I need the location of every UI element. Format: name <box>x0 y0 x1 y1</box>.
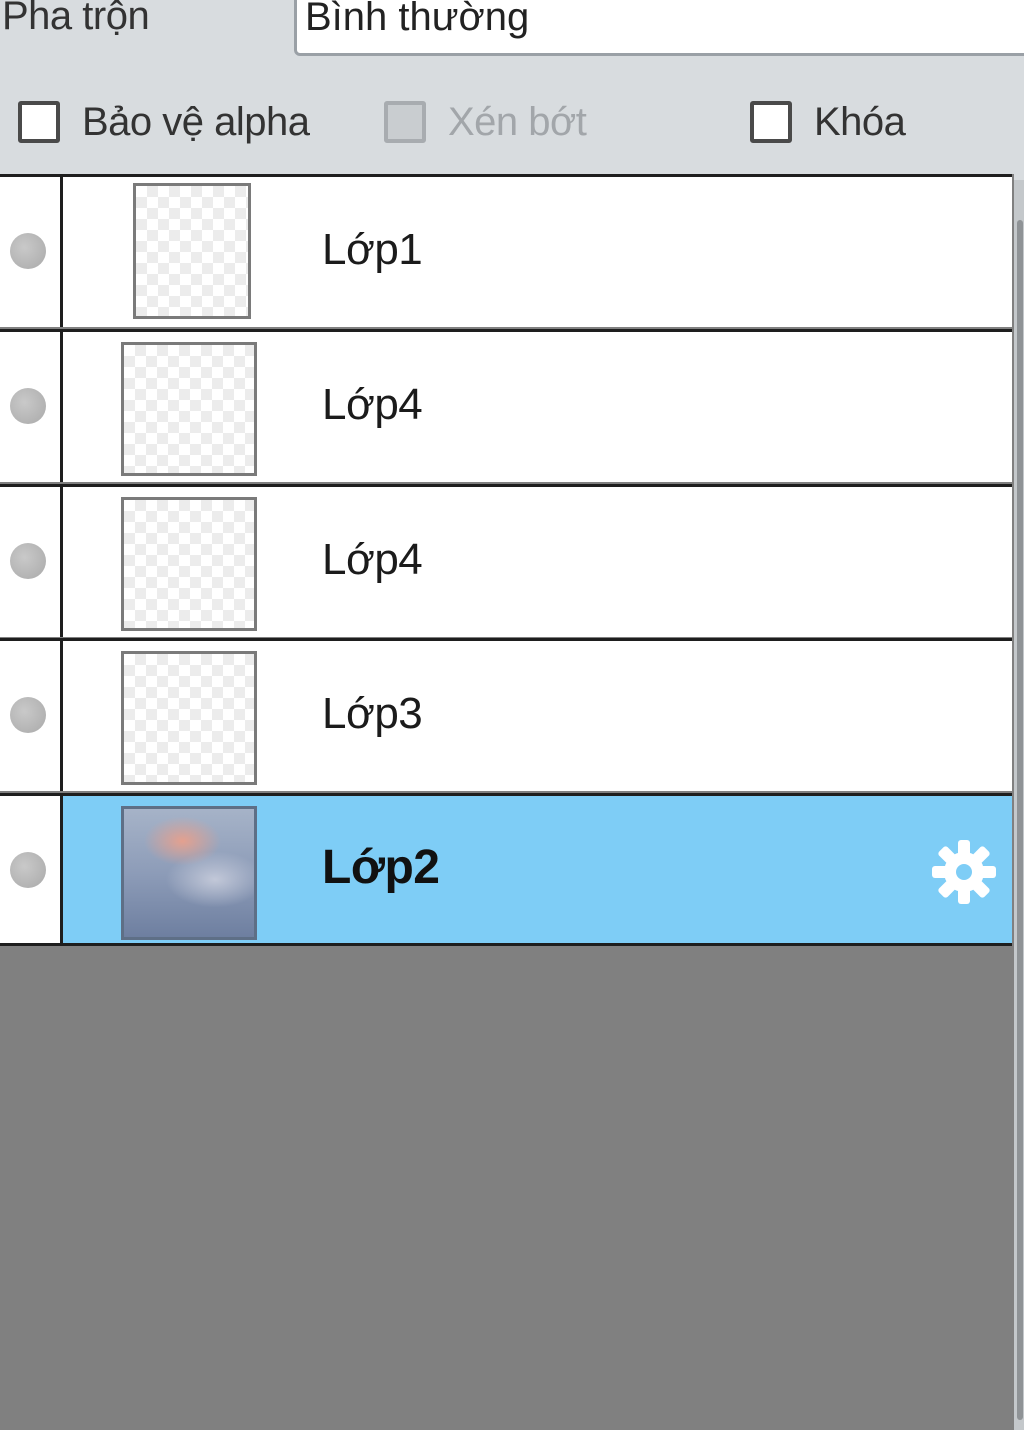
blend-mode-label: Pha trộn <box>2 0 150 38</box>
layer-name: Lớp1 <box>322 225 423 274</box>
layer-row[interactable]: Lớp3 <box>0 638 1012 791</box>
layer-thumbnail <box>133 183 251 319</box>
layer-name: Lớp4 <box>322 535 423 584</box>
visibility-column <box>0 487 63 637</box>
layer-thumbnail <box>121 497 257 631</box>
layer-row[interactable]: Lớp1 <box>0 174 1012 327</box>
lock-checkbox[interactable] <box>750 101 792 143</box>
protect-alpha-checkbox[interactable] <box>18 101 60 143</box>
clip-checkbox <box>384 101 426 143</box>
layer-name: Lớp2 <box>322 841 440 894</box>
layer-options-row: Bảo vệ alpha Xén bớt Khóa <box>0 78 1024 170</box>
lock-option[interactable]: Khóa <box>750 94 906 150</box>
protect-alpha-option[interactable]: Bảo vệ alpha <box>18 94 310 150</box>
visibility-dot-icon[interactable] <box>10 697 46 733</box>
layer-row[interactable]: Lớp4 <box>0 484 1012 637</box>
layer-thumbnail <box>121 342 257 476</box>
visibility-dot-icon[interactable] <box>10 388 46 424</box>
layer-thumbnail <box>121 651 257 785</box>
clip-option: Xén bớt <box>384 94 587 150</box>
clip-label: Xén bớt <box>448 99 587 144</box>
layer-thumbnail-photo <box>121 806 257 940</box>
layer-name: Lớp3 <box>322 689 423 738</box>
lock-label: Khóa <box>814 99 906 144</box>
visibility-dot-icon[interactable] <box>10 543 46 579</box>
layer-row[interactable]: Lớp4 <box>0 329 1012 482</box>
visibility-dot-icon[interactable] <box>10 233 46 269</box>
visibility-column <box>0 641 63 791</box>
layer-name: Lớp4 <box>322 380 423 429</box>
layers-panel: Pha trộn Bình thường Bảo vệ alpha Xén bớ… <box>0 0 1024 1430</box>
blend-mode-value: Bình thường <box>305 0 530 39</box>
layer-list: Lớp1 Lớp4 Lớp4 Lớp3 Lớp2 <box>0 174 1014 1430</box>
layer-row-selected[interactable]: Lớp2 <box>0 793 1012 946</box>
visibility-column <box>0 332 63 482</box>
blend-mode-select[interactable]: Bình thường <box>294 0 1024 56</box>
protect-alpha-label: Bảo vệ alpha <box>82 99 310 144</box>
visibility-column <box>0 177 63 327</box>
gear-icon[interactable] <box>928 836 1000 908</box>
visibility-dot-icon[interactable] <box>10 852 46 888</box>
visibility-column <box>0 796 63 943</box>
scrollbar[interactable] <box>1014 180 1024 1430</box>
blend-mode-row: Pha trộn Bình thường <box>0 0 1024 62</box>
